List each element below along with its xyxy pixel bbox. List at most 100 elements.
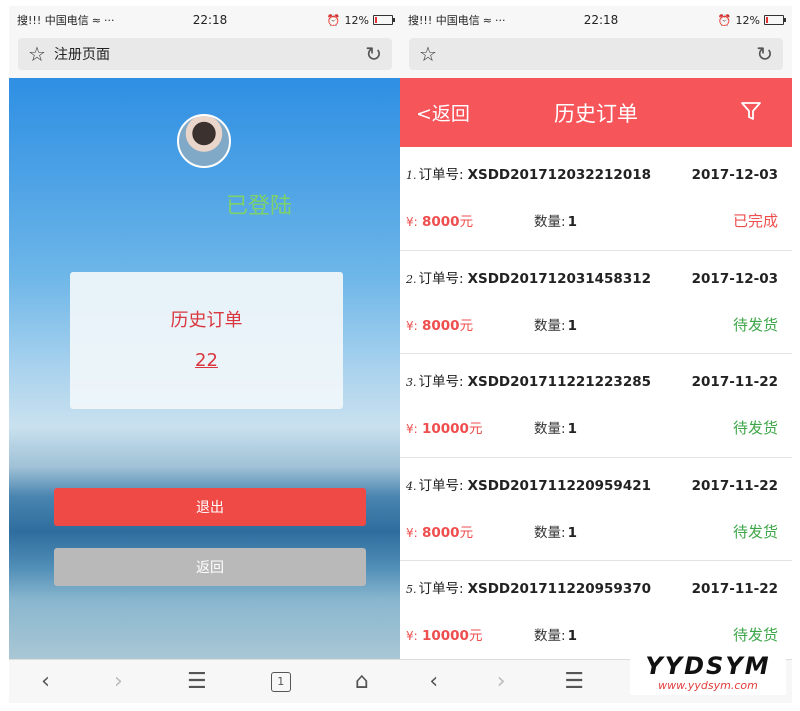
order-index: 4. (406, 479, 417, 493)
order-index: 2. (406, 272, 417, 286)
order-date: 2017-12-03 (691, 167, 778, 183)
order-date: 2017-12-03 (691, 270, 778, 287)
header-title: 历史订单 (554, 101, 638, 126)
qty-value: 1 (567, 628, 577, 644)
more-icon: ··· (494, 13, 506, 27)
order-index: 1. (406, 169, 417, 182)
order-price: ¥: 8000元 (406, 210, 534, 230)
order-price: ¥: 10000元 (406, 624, 534, 644)
battery-percent: 12% (344, 13, 369, 27)
order-amount: 10000 (421, 421, 469, 437)
carrier-text: 搜!!! 中国电信 (17, 14, 89, 27)
order-quantity: 数量: 1 (534, 314, 733, 334)
clock: 22:18 (583, 13, 619, 27)
back-arrow-icon[interactable]: ‹ (41, 669, 50, 694)
home-icon[interactable]: ⌂ (355, 669, 369, 694)
order-price: ¥: 8000元 (406, 521, 534, 541)
forward-arrow-icon[interactable]: › (497, 669, 506, 694)
qty-value: 1 (567, 421, 577, 437)
star-icon[interactable]: ☆ (419, 42, 445, 66)
order-no-label: 订单号: (418, 167, 464, 183)
order-number: XSDD201711221223285 (467, 374, 652, 390)
order-amount: 10000 (421, 628, 469, 644)
qty-label: 数量: (534, 524, 566, 541)
history-orders-card[interactable]: 历史订单 22 (70, 272, 343, 409)
back-button[interactable]: 返回 (54, 548, 366, 586)
qty-label: 数量: (534, 317, 566, 334)
order-status: 待发货 (732, 315, 778, 334)
order-amount: 8000 (421, 524, 460, 541)
more-icon: ··· (103, 13, 115, 27)
avatar (177, 114, 231, 168)
orders-header: <返回 历史订单 (400, 78, 792, 147)
header-back-button[interactable]: <返回 (400, 99, 490, 126)
wifi-icon: ≈ (482, 13, 492, 27)
order-row[interactable]: 3. 订单号: XSDD201711221223285 2017-11-22 ¥: 10… (400, 354, 792, 458)
order-quantity: 数量: 1 (534, 210, 733, 230)
history-orders-label: 历史订单 (170, 310, 243, 331)
order-unit: 元 (459, 214, 474, 230)
order-status: 待发货 (732, 626, 778, 644)
qty-value: 1 (567, 214, 577, 230)
watermark-brand: YYDSYM (645, 652, 771, 680)
currency-label: ¥: (406, 215, 418, 229)
order-row[interactable]: 4. 订单号: XSDD201711220959421 2017-11-22 ¥: 80… (400, 457, 792, 561)
order-quantity: 数量: 1 (534, 521, 733, 541)
browser-address-bar: ☆ 注册页面 ↻ (9, 34, 401, 78)
status-bar: 搜!!! 中国电信 ≈ ··· 22:18 ⏰ 12% (400, 6, 792, 34)
order-row[interactable]: 1. 订单号: XSDD201712032212018 2017-12-03 ¥: 80… (400, 147, 792, 251)
order-price: ¥: 10000元 (406, 417, 534, 437)
logout-button[interactable]: 退出 (54, 488, 366, 526)
order-status: 待发货 (732, 522, 778, 541)
qty-value: 1 (567, 524, 577, 541)
logged-in-text: 已登陆 (225, 194, 292, 219)
order-amount: 8000 (421, 317, 460, 334)
filter-icon[interactable] (702, 100, 792, 126)
login-page-body: 已登陆 历史订单 22 退出 返回 (9, 78, 401, 659)
order-quantity: 数量: 1 (534, 624, 733, 644)
order-date: 2017-11-22 (691, 374, 778, 390)
history-orders-count[interactable]: 22 (70, 350, 343, 371)
battery-icon (373, 15, 395, 25)
order-status: 已完成 (732, 212, 778, 230)
alarm-icon: ⏰ (717, 13, 732, 27)
menu-icon[interactable]: ☰ (187, 669, 207, 694)
reload-icon[interactable]: ↻ (756, 42, 773, 66)
back-arrow-icon[interactable]: ‹ (429, 669, 438, 694)
star-icon[interactable]: ☆ (28, 42, 54, 66)
qty-label: 数量: (534, 214, 566, 230)
menu-icon[interactable]: ☰ (564, 669, 584, 694)
order-number: XSDD201711220959370 (467, 581, 652, 597)
tab-count-button[interactable]: 1 (270, 671, 291, 692)
order-number: XSDD201712032212018 (467, 167, 652, 183)
phone-screen-orders: 搜!!! 中国电信 ≈ ··· 22:18 ⏰ 12% ☆ ↻ <返回 历史订单… (400, 6, 792, 703)
order-price: ¥: 8000元 (406, 314, 534, 334)
battery-icon (764, 15, 786, 25)
order-unit: 元 (459, 524, 474, 541)
watermark-logo: YYDSYM www.yydsym.com (630, 653, 786, 695)
order-no-label: 订单号: (418, 270, 464, 287)
qty-label: 数量: (534, 628, 566, 644)
order-row[interactable]: 2. 订单号: XSDD201712031458312 2017-12-03 ¥: 80… (400, 250, 792, 354)
order-status: 待发货 (732, 419, 778, 437)
currency-label: ¥: (406, 629, 418, 643)
order-no-label: 订单号: (418, 581, 464, 597)
order-no-label: 订单号: (418, 374, 464, 390)
order-quantity: 数量: 1 (534, 417, 733, 437)
address-box[interactable]: ☆ ↻ (409, 38, 783, 70)
order-unit: 元 (468, 628, 483, 644)
alarm-icon: ⏰ (326, 13, 341, 27)
watermark-url: www.yydsym.com (658, 679, 758, 692)
order-number: XSDD201711220959421 (467, 477, 652, 494)
order-date: 2017-11-22 (691, 477, 778, 494)
order-row[interactable]: 5. 订单号: XSDD201711220959370 2017-11-22 ¥: 10… (400, 561, 792, 665)
order-unit: 元 (468, 421, 483, 437)
reload-icon[interactable]: ↻ (365, 42, 382, 66)
order-no-label: 订单号: (418, 477, 464, 494)
address-box[interactable]: ☆ 注册页面 ↻ (18, 38, 392, 70)
order-date: 2017-11-22 (691, 581, 778, 597)
qty-value: 1 (567, 317, 577, 334)
forward-arrow-icon[interactable]: › (114, 669, 123, 694)
carrier-text: 搜!!! 中国电信 (408, 14, 480, 27)
order-number: XSDD201712031458312 (467, 270, 652, 287)
